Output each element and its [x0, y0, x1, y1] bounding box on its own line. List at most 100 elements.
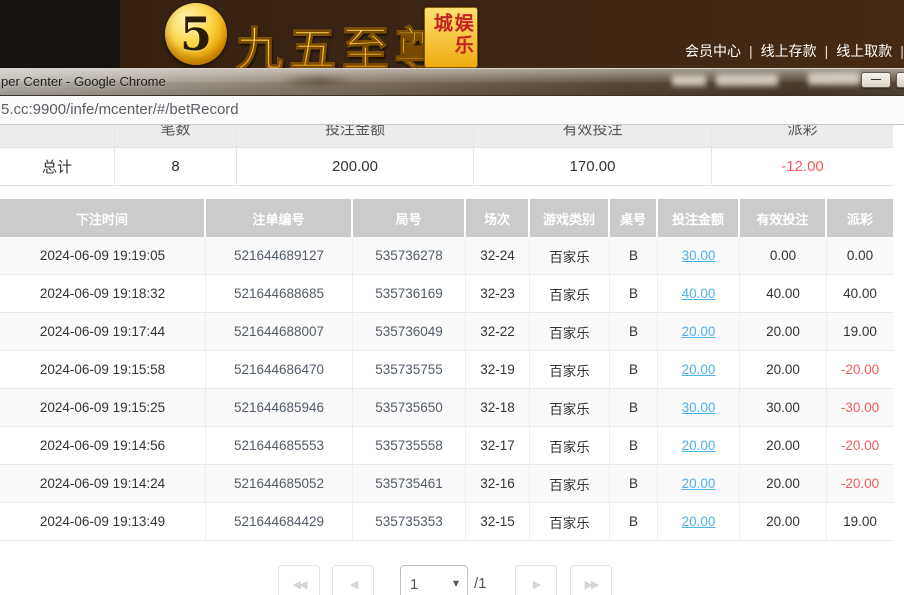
page-total-label: /1	[474, 575, 487, 592]
payout-cell: 0.00	[827, 237, 893, 274]
summary-payout-value: -12.00	[712, 148, 893, 186]
order-no-cell: 521644688685	[206, 275, 353, 312]
col-header-valid-bet: 有效投注	[740, 199, 827, 237]
site-header: 5 九五至尊 娱乐城 会员中心|线上存款|线上取款|一	[0, 0, 904, 68]
round-no-cell: 535736169	[353, 275, 466, 312]
table-row: 2024-06-09 19:15:58521644686470535735755…	[0, 351, 893, 389]
nav-online-deposit[interactable]: 线上存款	[761, 43, 817, 59]
url-text: 5.cc:9900/infe/mcenter/#/betRecord	[1, 96, 239, 124]
nav-separator: |	[817, 43, 837, 59]
session-cell: 32-24	[466, 237, 530, 274]
order-no-cell: 521644685052	[206, 465, 353, 502]
window-titlebar[interactable]: per Center - Google Chrome —	[0, 68, 904, 96]
col-header-bet-amount: 投注金额	[658, 199, 740, 237]
page-select[interactable]: 1 ▾	[400, 565, 468, 595]
valid-bet-cell: 0.00	[740, 237, 827, 274]
summary-header-blank	[0, 125, 115, 148]
bet-time-cell: 2024-06-09 19:13:49	[0, 503, 206, 540]
nav-separator: |	[892, 43, 904, 59]
valid-bet-cell: 20.00	[740, 465, 827, 502]
game-type-cell: 百家乐	[530, 351, 610, 388]
bet-amount-link[interactable]: 20.00	[682, 438, 716, 453]
valid-bet-cell: 20.00	[740, 503, 827, 540]
header-dark-corner	[0, 0, 120, 68]
col-header-order-no: 注单编号	[206, 199, 353, 237]
order-no-cell: 521644686470	[206, 351, 353, 388]
game-type-cell: 百家乐	[530, 237, 610, 274]
nav-separator: |	[741, 43, 761, 59]
bet-amount-cell: 20.00	[658, 351, 740, 388]
order-no-cell: 521644688007	[206, 313, 353, 350]
session-cell: 32-16	[466, 465, 530, 502]
summary-header-bet-amount: 投注金额	[237, 125, 474, 148]
bet-amount-cell: 30.00	[658, 237, 740, 274]
payout-cell: 19.00	[827, 313, 893, 350]
table-no-cell: B	[610, 313, 658, 350]
game-type-cell: 百家乐	[530, 503, 610, 540]
bet-amount-link[interactable]: 30.00	[682, 400, 716, 415]
round-no-cell: 535736278	[353, 237, 466, 274]
logo-95-icon: 5	[165, 3, 227, 65]
table-no-cell: B	[610, 465, 658, 502]
payout-cell: -20.00	[827, 351, 893, 388]
prev-page-button[interactable]: ◀	[332, 565, 374, 595]
table-row: 2024-06-09 19:17:44521644688007535736049…	[0, 313, 893, 351]
valid-bet-cell: 20.00	[740, 427, 827, 464]
col-header-payout: 派彩	[827, 199, 893, 237]
col-header-table-no: 桌号	[610, 199, 658, 237]
bet-amount-cell: 40.00	[658, 275, 740, 312]
nav-online-withdraw[interactable]: 线上取款	[836, 43, 892, 59]
bet-record-table: 下注时间 注单编号 局号 场次 游戏类别 桌号 投注金额 有效投注 派彩 202…	[0, 199, 893, 541]
session-cell: 32-17	[466, 427, 530, 464]
payout-cell: -30.00	[827, 389, 893, 426]
table-row: 2024-06-09 19:19:05521644689127535736278…	[0, 237, 893, 275]
order-no-cell: 521644685553	[206, 427, 353, 464]
table-row: 2024-06-09 19:14:24521644685052535735461…	[0, 465, 893, 503]
payout-cell: -20.00	[827, 465, 893, 502]
maximize-button-partial[interactable]	[896, 72, 904, 88]
col-header-round-no: 局号	[353, 199, 466, 237]
col-header-game-type: 游戏类别	[530, 199, 610, 237]
valid-bet-cell: 20.00	[740, 313, 827, 350]
bet-time-cell: 2024-06-09 19:14:56	[0, 427, 206, 464]
bet-amount-link[interactable]: 20.00	[682, 324, 716, 339]
valid-bet-cell: 30.00	[740, 389, 827, 426]
bet-amount-cell: 20.00	[658, 465, 740, 502]
bet-time-cell: 2024-06-09 19:19:05	[0, 237, 206, 274]
valid-bet-cell: 40.00	[740, 275, 827, 312]
bet-time-cell: 2024-06-09 19:14:24	[0, 465, 206, 502]
bet-amount-link[interactable]: 30.00	[682, 248, 716, 263]
round-no-cell: 535736049	[353, 313, 466, 350]
round-no-cell: 535735558	[353, 427, 466, 464]
bet-amount-link[interactable]: 20.00	[682, 476, 716, 491]
order-no-cell: 521644689127	[206, 237, 353, 274]
session-cell: 32-23	[466, 275, 530, 312]
bet-amount-link[interactable]: 20.00	[682, 514, 716, 529]
next-page-button[interactable]: ▶	[515, 565, 557, 595]
last-page-button[interactable]: ▶▶	[570, 565, 612, 595]
nav-member-center[interactable]: 会员中心	[685, 43, 741, 59]
col-header-session: 场次	[466, 199, 530, 237]
address-bar[interactable]: 5.cc:9900/infe/mcenter/#/betRecord	[0, 96, 904, 125]
bet-time-cell: 2024-06-09 19:18:32	[0, 275, 206, 312]
round-no-cell: 535735755	[353, 351, 466, 388]
table-no-cell: B	[610, 351, 658, 388]
table-no-cell: B	[610, 503, 658, 540]
order-no-cell: 521644684429	[206, 503, 353, 540]
session-cell: 32-19	[466, 351, 530, 388]
bet-amount-link[interactable]: 20.00	[682, 362, 716, 377]
game-type-cell: 百家乐	[530, 465, 610, 502]
bet-amount-link[interactable]: 40.00	[682, 286, 716, 301]
minimize-button[interactable]: —	[861, 72, 891, 88]
top-nav: 会员中心|线上存款|线上取款|一	[685, 41, 904, 61]
table-no-cell: B	[610, 389, 658, 426]
first-page-button[interactable]: ◀◀	[278, 565, 320, 595]
summary-bet-amount-value: 200.00	[237, 148, 474, 186]
chevron-down-icon: ▾	[453, 576, 459, 590]
table-no-cell: B	[610, 275, 658, 312]
table-no-cell: B	[610, 427, 658, 464]
table-no-cell: B	[610, 237, 658, 274]
table-row: 2024-06-09 19:13:49521644684429535735353…	[0, 503, 893, 541]
censored-text-blur	[808, 72, 860, 85]
summary-valid-bet-value: 170.00	[474, 148, 712, 186]
